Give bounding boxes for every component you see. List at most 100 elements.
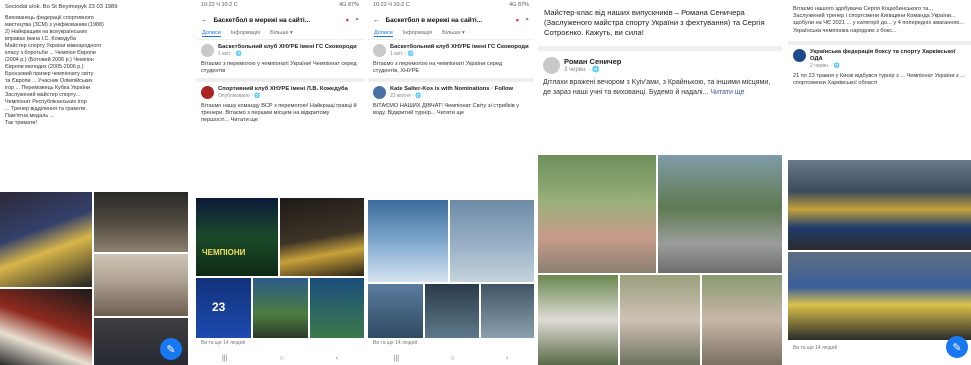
reactions-summary[interactable]: Ви та ще 14 людей — [368, 340, 422, 346]
status-indicators: 4G 87% — [509, 2, 529, 8]
post-author[interactable]: Українська федерація боксу та спорту Хар… — [810, 49, 966, 63]
post-header: Баскетбольний клуб ХНУРЕ імені ГС Сковор… — [368, 40, 534, 61]
reactions-summary[interactable]: Ви та ще 14 людей — [196, 340, 250, 346]
search-icon[interactable]: ⌕ — [355, 16, 359, 24]
photo-children-group[interactable] — [538, 275, 618, 365]
status-indicators: 4G 87% — [339, 2, 359, 8]
post-header: Українська федерація боксу та спорту Хар… — [788, 40, 971, 73]
post-author[interactable]: Баскетбольний клуб ХНУРЕ імені ГС Сковор… — [218, 44, 357, 51]
post-footer: Так тримати! — [5, 119, 37, 126]
page-tabs: Дописи Інформація Більше ▾ — [368, 28, 534, 40]
screenshot-panel-1: Sociodal s/ok. Bo St Beyimepyk 23 03 198… — [0, 0, 188, 365]
photo-player-trophy[interactable] — [280, 198, 364, 276]
tab-more[interactable]: Більше ▾ — [442, 30, 465, 37]
back-icon[interactable]: ‹ — [506, 355, 508, 362]
photo-team-champions[interactable]: ЧЕМПІОНИ — [196, 198, 278, 276]
menu-icon[interactable]: ||| — [222, 355, 227, 362]
post-author[interactable]: Роман Сеничер — [564, 57, 621, 66]
photo-diver-4[interactable] — [425, 284, 479, 338]
photo-team-court[interactable] — [253, 278, 308, 338]
notification-icon[interactable]: ● — [515, 17, 519, 24]
post-line: класу з боротьби ... Чемпіон Європи — [5, 49, 96, 56]
screenshot-panel-3: 10:22 Ч 10:2 С 4G 87% ← Баскетбол в мере… — [368, 0, 534, 365]
compose-fab-button[interactable]: ✎ — [946, 336, 968, 358]
home-icon[interactable]: ○ — [450, 355, 454, 362]
photo-scoreboard[interactable]: 23 — [196, 278, 251, 338]
photo-award-ceremony-1[interactable] — [788, 160, 971, 250]
post-author[interactable]: Баскетбольний клуб ХНУРЕ імені ГС Сковор… — [390, 44, 529, 51]
back-arrow-icon[interactable]: ← — [373, 17, 380, 24]
post-line: Чемпіонат Республіканських ігор — [5, 98, 87, 105]
photo-diver-sky-2[interactable] — [450, 200, 534, 282]
page-title: Баскетбол в мережі на сайті... — [213, 16, 311, 24]
banner-text: ЧЕМПІОНИ — [202, 248, 246, 257]
edit-icon: ✎ — [952, 341, 962, 354]
reactions-summary[interactable]: Ви та ще 14 людей — [788, 345, 842, 351]
post-header: Роман Сеничер 3 червн. · 🌐 — [538, 46, 782, 78]
menu-icon[interactable]: ||| — [394, 355, 399, 362]
photo-group-men[interactable] — [94, 254, 188, 316]
page-title: Баскетбол в мережі на сайті... — [385, 16, 483, 24]
post-line: вправах Івана І.С. Кожедуба — [5, 35, 76, 42]
photo-crowd-outdoors[interactable] — [702, 275, 782, 365]
post-line: 2) Найкращим на всеукраїнських — [5, 28, 88, 35]
photo-presentation-screen[interactable] — [94, 192, 188, 252]
avatar[interactable] — [543, 57, 560, 74]
avatar[interactable] — [373, 44, 386, 57]
tab-posts[interactable]: Дописи — [374, 30, 393, 37]
back-icon[interactable]: ‹ — [336, 355, 338, 362]
post-top-text: Вітаємо нашого здобувача Сергія Коцюбинс… — [793, 6, 964, 34]
photo-wrestler-throw[interactable] — [0, 289, 92, 365]
screenshot-panel-4: Майстер-клас від наших випускників – Ром… — [538, 0, 782, 365]
read-more-link[interactable]: Читати ще — [710, 89, 744, 96]
post-line: ігор ... Переможець Кубка України — [5, 84, 91, 91]
photo-diver-3[interactable] — [368, 284, 423, 338]
screenshot-panel-2: 10:22 Ч 10:2 С 4G 87% ← Баскетбол в мере… — [196, 0, 364, 365]
photo-fencing-kids[interactable] — [620, 275, 700, 365]
score-text: 23 — [212, 300, 226, 314]
photo-kids-park[interactable] — [538, 155, 656, 273]
avatar[interactable] — [373, 86, 386, 99]
avatar[interactable] — [201, 44, 214, 57]
photo-court-action[interactable] — [310, 278, 364, 338]
avatar[interactable] — [793, 48, 806, 62]
compose-fab-button[interactable]: ✎ — [160, 338, 182, 360]
post-author[interactable]: Спортивний клуб ХНУРЕ імені Л.В. Кожедуб… — [218, 86, 348, 93]
tab-info[interactable]: Інформація — [231, 30, 260, 37]
post-text: Вітаємо з перемогою у чемпіонаті України… — [201, 61, 357, 74]
home-icon[interactable]: ○ — [279, 355, 283, 362]
tab-posts[interactable]: Дописи — [202, 30, 221, 37]
post-author[interactable]: Kate Salter-Kos is with Nominations · Fo… — [390, 86, 513, 93]
post-line: мистецтва (ЗСМ) з уніфікованим (1988) — [5, 21, 104, 28]
post-text: Дітлахи вражені вечором з Kyiv'ами, з Кр… — [538, 78, 782, 100]
android-nav-bar: ||| ○ ‹ — [196, 351, 364, 365]
post-line: (2004 р.) (Ботовий 2006 р.) Чемпіон — [5, 56, 94, 63]
photo-diver-sky-1[interactable] — [368, 200, 448, 282]
status-bar: 10:22 Ч 10:2 С 4G 87% — [368, 0, 534, 12]
post-text: Вітаємо з перемогою на чемпіонаті Україн… — [373, 61, 503, 74]
tab-info[interactable]: Інформація — [403, 30, 432, 37]
post-meta: Опубліковано · 🌐 — [218, 93, 261, 99]
status-time: 10:22 Ч 10:2 С — [201, 2, 238, 8]
edit-icon: ✎ — [166, 343, 176, 356]
status-bar: 10:22 Ч 10:2 С 4G 87% — [196, 0, 364, 12]
photo-award-ceremony-2[interactable] — [788, 252, 971, 340]
search-icon[interactable]: ⌕ — [525, 16, 529, 24]
tab-more[interactable]: Більше ▾ — [270, 30, 293, 37]
post-text: Вітаємо нашу команду ВСР з перемогою! На… — [201, 103, 357, 123]
post-text: ВІТАЄМО НАШИХ ДІВЧАТ! Чемпіонат Світу зі… — [373, 103, 520, 116]
photo-wrestler-podium[interactable] — [0, 192, 92, 287]
avatar[interactable] — [201, 86, 214, 99]
post-line: Європи молодих (2005-2006 р.) — [5, 63, 84, 70]
post-line: Заслужений майстер спорту... — [5, 91, 80, 98]
photo-fencer-track[interactable] — [658, 155, 782, 273]
post-line: Вихованець федерації спортивного — [5, 14, 94, 21]
notification-icon[interactable]: ● — [345, 17, 349, 24]
photo-diver-5[interactable] — [481, 284, 534, 338]
post-meta: 22 квітня · 🌐 — [390, 93, 422, 99]
back-arrow-icon[interactable]: ← — [201, 17, 208, 24]
app-bar: ← Баскетбол в мережі на сайті... ● ⌕ — [368, 12, 534, 28]
post-line: Пам'ятна медаль ... — [5, 112, 55, 119]
post-meta: 1 квіт. · 🌐 — [218, 51, 242, 57]
post-header: Спортивний клуб ХНУРЕ імені Л.В. Кожедуб… — [196, 78, 364, 103]
